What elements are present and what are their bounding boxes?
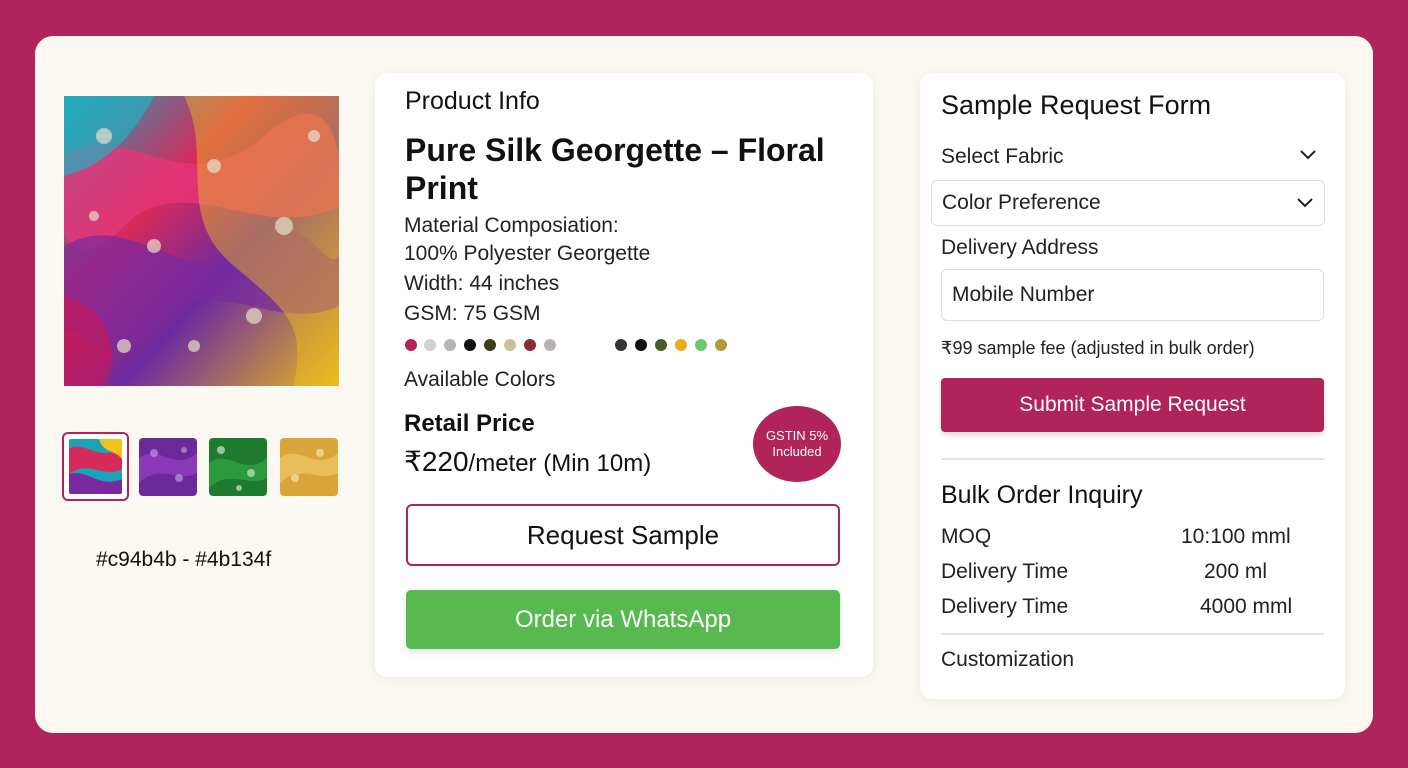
gst-badge: GSTIN 5% Included <box>753 406 841 482</box>
bulk-row-value: 200 ml <box>1204 560 1268 583</box>
color-swatch-dot[interactable] <box>504 339 516 351</box>
color-swatch-dot[interactable] <box>655 339 667 351</box>
divider <box>941 633 1324 635</box>
color-swatch-dot[interactable] <box>615 339 627 351</box>
divider <box>941 458 1324 460</box>
chevron-down-icon <box>1300 150 1316 160</box>
bulk-row-value: 4000 mml <box>1200 595 1293 618</box>
thumbnail-purple[interactable] <box>139 438 197 496</box>
product-title: Pure Silk Georgette – Floral Print <box>405 132 825 206</box>
product-info-card: Product Info Pure Silk Georgette – Flora… <box>375 73 873 677</box>
section-heading: Product Info <box>405 87 540 115</box>
hex-caption: #c94b4b - #4b134f <box>96 548 272 571</box>
mobile-number-input[interactable]: Mobile Number <box>941 269 1324 321</box>
color-swatch-dot[interactable] <box>695 339 707 351</box>
thumbnail-mustard[interactable] <box>280 438 338 496</box>
color-swatch-dot[interactable] <box>524 339 536 351</box>
submit-sample-request-button[interactable]: Submit Sample Request <box>941 378 1324 432</box>
retail-price-label: Retail Price <box>404 410 535 437</box>
color-swatch-dot[interactable] <box>675 339 687 351</box>
gsm-spec: GSM: 75 GSM <box>404 302 541 325</box>
color-swatch-dot[interactable] <box>444 339 456 351</box>
bulk-row-delivery-time: Delivery Time 200 ml <box>941 560 1301 584</box>
sample-form-title: Sample Request Form <box>941 90 1212 120</box>
material-value: 100% Polyester Georgette <box>404 242 651 265</box>
color-swatch-dot[interactable] <box>405 339 417 351</box>
sample-request-card: Sample Request Form Select Fabric Color … <box>920 73 1345 699</box>
width-spec: Width: 44 inches <box>404 272 560 295</box>
sample-fee-note: ₹99 sample fee (adjusted in bulk order) <box>941 338 1255 358</box>
material-label: Material Composiation: <box>404 214 619 237</box>
bulk-order-title: Bulk Order Inquiry <box>941 481 1143 509</box>
thumbnail-green[interactable] <box>209 438 267 496</box>
bulk-row-moq: MOQ 10:100 mml <box>941 525 1301 549</box>
color-swatches <box>405 339 745 351</box>
color-preference-select[interactable]: Color Preference <box>931 180 1325 226</box>
color-swatch-dot[interactable] <box>424 339 436 351</box>
product-main-image[interactable] <box>64 96 339 386</box>
bulk-row-label: Delivery Time <box>941 560 1069 583</box>
select-fabric-dropdown[interactable]: Select Fabric <box>941 145 1317 175</box>
chevron-down-icon <box>1297 198 1313 208</box>
price-value: ₹220 <box>404 446 469 477</box>
color-preference-label: Color Preference <box>942 191 1101 214</box>
color-swatch-dot[interactable] <box>464 339 476 351</box>
bulk-row-label: Delivery Time <box>941 595 1069 618</box>
bulk-row-delivery-time-2: Delivery Time 4000 mml <box>941 595 1301 619</box>
bulk-row-label: MOQ <box>941 525 992 548</box>
color-swatch-dot[interactable] <box>484 339 496 351</box>
color-swatch-dot[interactable] <box>635 339 647 351</box>
thumbnail-strip <box>62 432 342 502</box>
thumbnail-multicolor[interactable] <box>62 432 129 501</box>
gst-badge-line1: GSTIN 5% <box>765 428 829 443</box>
color-swatch-dot[interactable] <box>544 339 556 351</box>
customization-link[interactable]: Customization <box>941 648 1074 672</box>
select-fabric-label: Select Fabric <box>941 145 1064 168</box>
available-colors-label: Available Colors <box>404 368 556 391</box>
price-unit: /meter (Min 10m) <box>468 450 652 477</box>
bulk-row-value: 10:100 mml <box>1181 525 1291 548</box>
mobile-number-placeholder: Mobile Number <box>952 283 1095 306</box>
gst-badge-line2: Included <box>772 444 822 459</box>
color-swatch-dot[interactable] <box>715 339 727 351</box>
price: ₹220/meter (Min 10m) <box>404 445 651 478</box>
request-sample-button[interactable]: Request Sample <box>406 504 840 566</box>
delivery-address-label: Delivery Address <box>941 236 1099 259</box>
order-whatsapp-button[interactable]: Order via WhatsApp <box>406 590 840 649</box>
